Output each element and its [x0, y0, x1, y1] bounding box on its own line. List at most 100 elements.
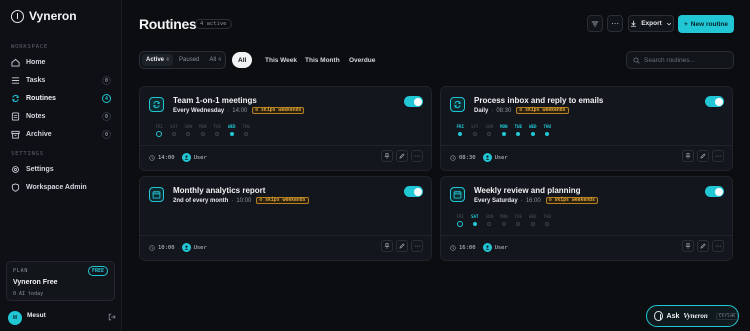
routine-enabled-toggle[interactable] — [705, 186, 724, 197]
sidebar: Vyneron WORKSPACE Home Tasks 0 Routines … — [0, 0, 122, 331]
plan-usage: 0 AI today — [13, 291, 44, 297]
chevron-down-icon — [666, 22, 671, 25]
weekday-label: FRI — [456, 124, 465, 129]
logout-icon[interactable] — [108, 313, 116, 323]
routine-enabled-toggle[interactable] — [404, 96, 423, 107]
routine-time: 14:00 — [232, 107, 248, 114]
footer-time: 14:00 — [158, 154, 175, 161]
routine-card[interactable]: Monthly analytics report 2nd of every mon… — [139, 176, 432, 261]
edit-button[interactable] — [396, 150, 408, 162]
weekday-dot — [200, 132, 205, 136]
weekday-label: SUN — [485, 124, 494, 129]
weekday-dot — [244, 132, 249, 136]
more-button[interactable]: ⋯ — [712, 150, 724, 162]
footer-time: 16:00 — [459, 244, 476, 251]
sidebar-item-label: Tasks — [26, 77, 46, 84]
routine-schedule: Daily · 08:30 ⊘ skips weekends — [474, 107, 569, 114]
weekday-label: WED — [528, 214, 537, 219]
routine-card[interactable]: Weekly review and planning Every Saturday… — [440, 176, 733, 261]
weekday-label: TUE — [213, 124, 222, 129]
sidebar-item-notes[interactable]: Notes 0 — [6, 109, 114, 124]
weekday-dot — [530, 222, 535, 226]
weekday-dot — [457, 221, 464, 227]
new-routine-button[interactable]: + New routine — [678, 15, 734, 33]
export-label: Export — [641, 20, 662, 27]
sidebar-item-routines[interactable]: Routines 4 — [6, 91, 114, 106]
sort-button[interactable] — [587, 15, 603, 32]
weekday-label: TUE — [514, 124, 523, 129]
routine-title[interactable]: Process inbox and reply to emails — [474, 96, 603, 105]
weekday: FRI — [152, 124, 167, 137]
pin-button[interactable] — [682, 240, 694, 252]
chip-overdue[interactable]: Overdue — [343, 52, 381, 68]
card-actions: ⋯ — [381, 150, 423, 162]
edit-button[interactable] — [396, 240, 408, 252]
ask-label: Ask — [666, 312, 680, 320]
segment-all[interactable]: All 4 — [205, 54, 225, 66]
more-options-button[interactable]: ⋯ — [607, 15, 623, 32]
pin-button[interactable] — [381, 150, 393, 162]
routine-enabled-toggle[interactable] — [705, 96, 724, 107]
search-input[interactable] — [644, 56, 729, 64]
search-icon — [633, 56, 640, 64]
pin-button[interactable] — [682, 150, 694, 162]
weekday-dot — [171, 132, 176, 136]
sort-icon — [591, 21, 599, 26]
segment-count: 4 — [166, 57, 170, 63]
segment-active[interactable]: Active 4 — [142, 54, 174, 66]
weekday: WED — [526, 214, 541, 227]
separator: · — [520, 197, 523, 204]
skip-weekends-badge: ⊘ skips weekends — [516, 107, 569, 114]
separator: · — [231, 197, 234, 204]
owner-avatar — [482, 153, 492, 162]
sidebar-item-count: 0 — [102, 112, 111, 121]
app-name: Vyneron — [29, 9, 77, 23]
app-logo[interactable]: Vyneron — [11, 9, 77, 23]
routine-schedule: 2nd of every month · 10:00 ⊘ skips weekends — [173, 197, 309, 204]
segment-paused[interactable]: Paused — [175, 54, 203, 66]
weekday-label: FRI — [456, 214, 465, 219]
weekday-dot — [229, 132, 234, 136]
routine-footer: 10:00 User — [149, 243, 207, 252]
archive-icon — [11, 130, 20, 139]
pin-button[interactable] — [381, 240, 393, 252]
user-profile[interactable]: M Mesut — [8, 311, 116, 325]
routine-title[interactable]: Team 1-on-1 meetings — [173, 96, 257, 105]
chip-all[interactable]: All — [232, 52, 253, 68]
sidebar-item-label: Home — [26, 59, 46, 66]
weekday-dot — [545, 222, 550, 226]
ask-assistant-button[interactable]: Ask Vyneron Ctrl+K — [646, 305, 739, 327]
sidebar-item-settings[interactable]: Settings — [6, 162, 114, 177]
workspace-section-label: WORKSPACE — [11, 44, 49, 50]
more-button[interactable]: ⋯ — [411, 240, 423, 252]
weekday: THU — [540, 124, 555, 136]
sidebar-item-archive[interactable]: Archive 0 — [6, 127, 114, 142]
routine-enabled-toggle[interactable] — [404, 186, 423, 197]
routine-card[interactable]: Process inbox and reply to emails Daily · 0… — [440, 86, 733, 171]
chip-this-week[interactable]: This Week — [259, 52, 303, 68]
weekday-dot — [516, 132, 521, 136]
home-icon — [11, 58, 20, 67]
routine-card[interactable]: Team 1-on-1 meetings Every Wednesday · 14:0… — [139, 86, 432, 171]
pin-icon — [685, 153, 691, 159]
sidebar-item-tasks[interactable]: Tasks 0 — [6, 73, 114, 88]
user-icon — [485, 155, 490, 160]
routine-title[interactable]: Monthly analytics report — [173, 186, 265, 195]
chip-this-month[interactable]: This Month — [299, 52, 346, 68]
sidebar-item-label: Routines — [26, 95, 56, 102]
more-button[interactable]: ⋯ — [411, 150, 423, 162]
routine-title[interactable]: Weekly review and planning — [474, 186, 581, 195]
assistant-brand: Vyneron — [683, 312, 708, 320]
weekday-dot — [215, 132, 220, 136]
sidebar-item-label: Workspace Admin — [26, 184, 87, 191]
export-button[interactable]: Export — [628, 15, 674, 32]
more-button[interactable]: ⋯ — [712, 240, 724, 252]
page-title: Routines — [139, 16, 197, 32]
sidebar-item-home[interactable]: Home — [6, 55, 114, 70]
weekday-dot — [487, 222, 492, 226]
edit-button[interactable] — [697, 150, 709, 162]
pin-icon — [384, 243, 390, 249]
plan-card[interactable]: PLAN FREE Vyneron Free 0 AI today — [6, 261, 115, 301]
edit-button[interactable] — [697, 240, 709, 252]
sidebar-item-workspace-admin[interactable]: Workspace Admin — [6, 180, 114, 195]
